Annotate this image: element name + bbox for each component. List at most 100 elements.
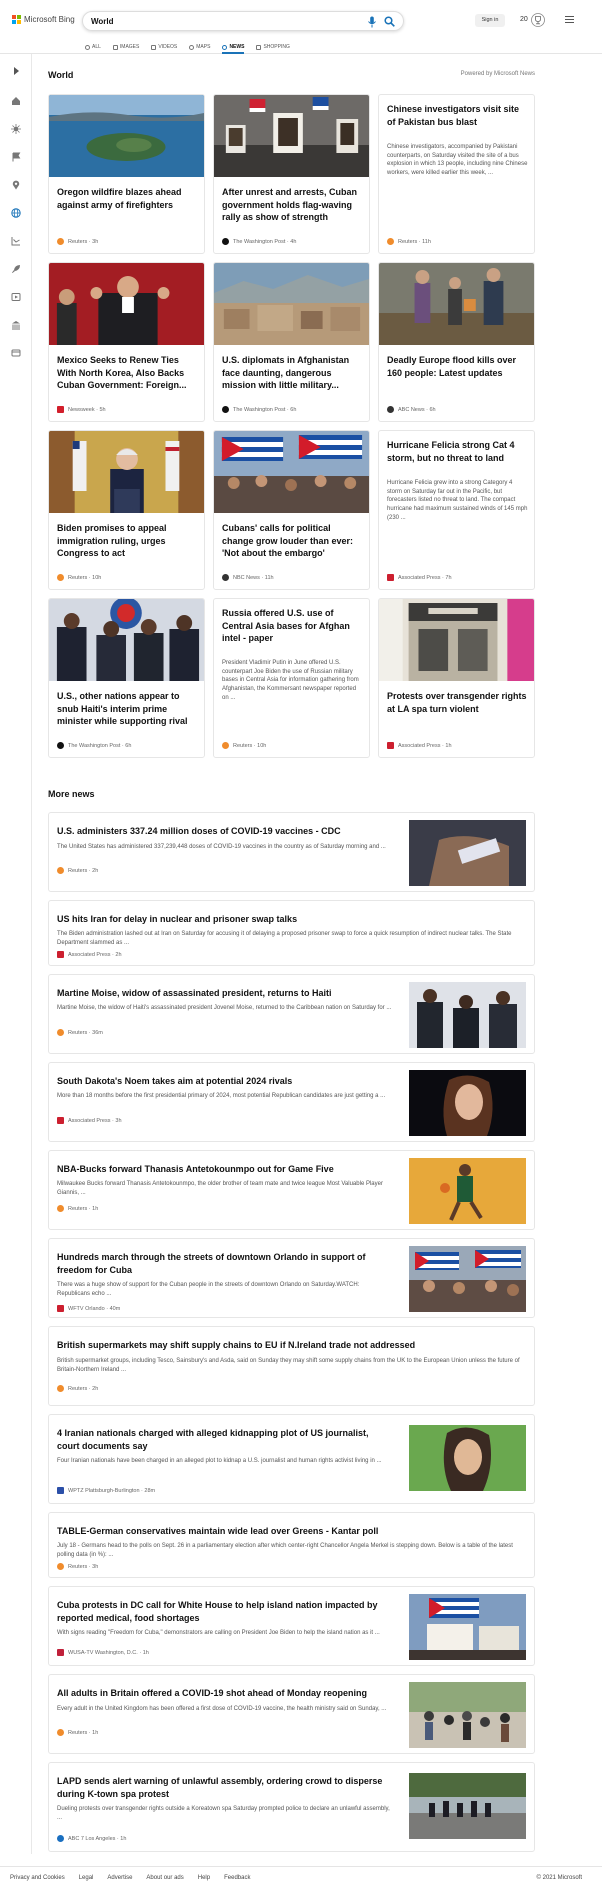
tab-shopping[interactable]: SHOPPING — [256, 40, 290, 54]
news-card[interactable]: Biden promises to appeal immigration rul… — [48, 430, 205, 590]
tab-images[interactable]: IMAGES — [112, 40, 140, 54]
footer-link-feedback[interactable]: Feedback — [224, 1875, 250, 1881]
card-title[interactable]: Deadly Europe flood kills over 160 peopl… — [387, 354, 528, 379]
news-card[interactable]: Russia offered U.S. use of Central Asia … — [213, 598, 370, 758]
item-source: Associated Press · 3h — [57, 1117, 122, 1124]
item-title[interactable]: 4 Iranian nationals charged with alleged… — [57, 1427, 392, 1452]
card-title[interactable]: Biden promises to appeal immigration rul… — [57, 522, 198, 560]
home-icon[interactable] — [11, 96, 21, 106]
news-card[interactable]: Mexico Seeks to Renew Ties With North Ko… — [48, 262, 205, 422]
news-card[interactable]: Protests over transgender rights at LA s… — [378, 598, 535, 758]
news-card[interactable]: Chinese investigators visit site of Paki… — [378, 94, 535, 254]
card-title[interactable]: Chinese investigators visit site of Paki… — [387, 103, 528, 128]
hamburger-menu-icon[interactable] — [565, 16, 574, 24]
globe-icon[interactable] — [11, 208, 21, 218]
header-bar: Microsoft Bing World Sign in 20 ALL IMAG… — [0, 0, 602, 54]
news-card[interactable]: After unrest and arrests, Cuban governme… — [213, 94, 370, 254]
sign-in-button[interactable]: Sign in — [475, 14, 505, 27]
item-title[interactable]: US hits Iran for delay in nuclear and pr… — [57, 913, 527, 926]
more-news-title: More news — [48, 789, 95, 799]
source-logo-icon — [387, 238, 394, 245]
item-thumbnail — [409, 1594, 526, 1660]
search-input[interactable]: World — [91, 17, 114, 26]
item-title[interactable]: Cuba protests in DC call for White House… — [57, 1599, 392, 1624]
item-title[interactable]: U.S. administers 337.24 million doses of… — [57, 825, 392, 838]
news-card[interactable]: Oregon wildfire blazes ahead against arm… — [48, 94, 205, 254]
card-title[interactable]: U.S., other nations appear to snub Haiti… — [57, 690, 198, 728]
news-card[interactable]: Cubans' calls for political change grow … — [213, 430, 370, 590]
rewards-trophy-icon[interactable] — [531, 12, 545, 28]
entertainment-icon[interactable] — [11, 292, 21, 302]
footer-link-legal[interactable]: Legal — [79, 1875, 94, 1881]
footer-link-help[interactable]: Help — [198, 1875, 210, 1881]
location-pin-icon[interactable] — [11, 180, 21, 190]
news-card[interactable]: U.S., other nations appear to snub Haiti… — [48, 598, 205, 758]
bing-logo[interactable]: Microsoft Bing — [12, 15, 75, 24]
source-logo-icon — [387, 406, 394, 413]
item-title[interactable]: Martine Moise, widow of assassinated pre… — [57, 987, 392, 1000]
tab-videos[interactable]: VIDEOS — [151, 40, 177, 54]
card-title[interactable]: Hurricane Felicia strong Cat 4 storm, bu… — [387, 439, 528, 464]
card-title[interactable]: U.S. diplomats in Afghanistan face daunt… — [222, 354, 363, 392]
rewards-points[interactable]: 20 — [520, 16, 528, 23]
more-news-item[interactable]: South Dakota's Noem takes aim at potenti… — [48, 1062, 535, 1142]
item-title[interactable]: British supermarkets may shift supply ch… — [57, 1339, 527, 1352]
footer-link-advertise[interactable]: Advertise — [107, 1875, 132, 1881]
shopping-tag-icon — [256, 44, 262, 50]
tab-all[interactable]: ALL — [85, 40, 101, 54]
microphone-icon[interactable] — [367, 16, 377, 28]
more-news-item[interactable]: All adults in Britain offered a COVID-19… — [48, 1674, 535, 1754]
source-logo-icon — [222, 574, 229, 581]
tab-maps[interactable]: MAPS — [189, 40, 210, 54]
footer-link-about-ads[interactable]: About our ads — [146, 1875, 183, 1881]
more-news-item[interactable]: NBA-Bucks forward Thanasis Antetokounmpo… — [48, 1150, 535, 1230]
more-news-item[interactable]: Cuba protests in DC call for White House… — [48, 1586, 535, 1666]
more-news-item[interactable]: Martine Moise, widow of assassinated pre… — [48, 974, 535, 1054]
news-card[interactable]: Hurricane Felicia strong Cat 4 storm, bu… — [378, 430, 535, 590]
tab-news[interactable]: NEWS — [222, 40, 245, 54]
more-news-item[interactable]: TABLE-German conservatives maintain wide… — [48, 1512, 535, 1578]
news-card[interactable]: U.S. diplomats in Afghanistan face daunt… — [213, 262, 370, 422]
business-chart-icon[interactable] — [11, 236, 21, 246]
politics-building-icon[interactable] — [11, 320, 21, 330]
item-title[interactable]: LAPD sends alert warning of unlawful ass… — [57, 1775, 392, 1800]
item-title[interactable]: NBA-Bucks forward Thanasis Antetokounmpo… — [57, 1163, 392, 1176]
source-logo-icon — [57, 1487, 64, 1494]
more-news-item[interactable]: LAPD sends alert warning of unlawful ass… — [48, 1762, 535, 1852]
search-icon — [85, 44, 90, 50]
more-news-item[interactable]: US hits Iran for delay in nuclear and pr… — [48, 900, 535, 966]
expand-arrow-icon[interactable] — [11, 66, 21, 76]
item-title[interactable]: Hundreds march through the streets of do… — [57, 1251, 392, 1276]
covid-icon[interactable] — [11, 124, 21, 134]
news-image — [379, 263, 534, 345]
tab-label: IMAGES — [119, 44, 140, 50]
footer: Privacy and Cookies Legal Advertise Abou… — [0, 1866, 602, 1889]
flag-icon[interactable] — [11, 152, 21, 162]
news-image — [214, 431, 369, 513]
item-snippet: The United States has administered 337,2… — [57, 844, 386, 850]
search-icon[interactable] — [384, 16, 395, 27]
video-icon — [151, 44, 157, 50]
item-snippet: July 18 - Germans head to the polls on S… — [57, 1543, 513, 1558]
source-logo-icon — [57, 574, 64, 581]
more-news-item[interactable]: British supermarkets may shift supply ch… — [48, 1326, 535, 1406]
technology-rocket-icon[interactable] — [11, 264, 21, 274]
money-card-icon[interactable] — [11, 348, 21, 358]
more-news-item[interactable]: Hundreds march through the streets of do… — [48, 1238, 535, 1318]
card-title[interactable]: Protests over transgender rights at LA s… — [387, 690, 528, 715]
card-title[interactable]: Cubans' calls for political change grow … — [222, 522, 363, 560]
search-box[interactable]: World — [82, 11, 404, 31]
item-title[interactable]: All adults in Britain offered a COVID-19… — [57, 1687, 392, 1700]
card-source: Reuters · 11h — [387, 238, 431, 245]
card-title[interactable]: After unrest and arrests, Cuban governme… — [222, 186, 363, 224]
item-title[interactable]: TABLE-German conservatives maintain wide… — [57, 1525, 527, 1538]
more-news-item[interactable]: U.S. administers 337.24 million doses of… — [48, 812, 535, 892]
more-news-item[interactable]: 4 Iranian nationals charged with alleged… — [48, 1414, 535, 1504]
card-title[interactable]: Oregon wildfire blazes ahead against arm… — [57, 186, 198, 211]
card-title[interactable]: Mexico Seeks to Renew Ties With North Ko… — [57, 354, 198, 392]
footer-link-privacy[interactable]: Privacy and Cookies — [10, 1875, 65, 1881]
item-source: Reuters · 36m — [57, 1029, 103, 1036]
news-card[interactable]: Deadly Europe flood kills over 160 peopl… — [378, 262, 535, 422]
item-title[interactable]: South Dakota's Noem takes aim at potenti… — [57, 1075, 392, 1088]
card-title[interactable]: Russia offered U.S. use of Central Asia … — [222, 607, 363, 645]
